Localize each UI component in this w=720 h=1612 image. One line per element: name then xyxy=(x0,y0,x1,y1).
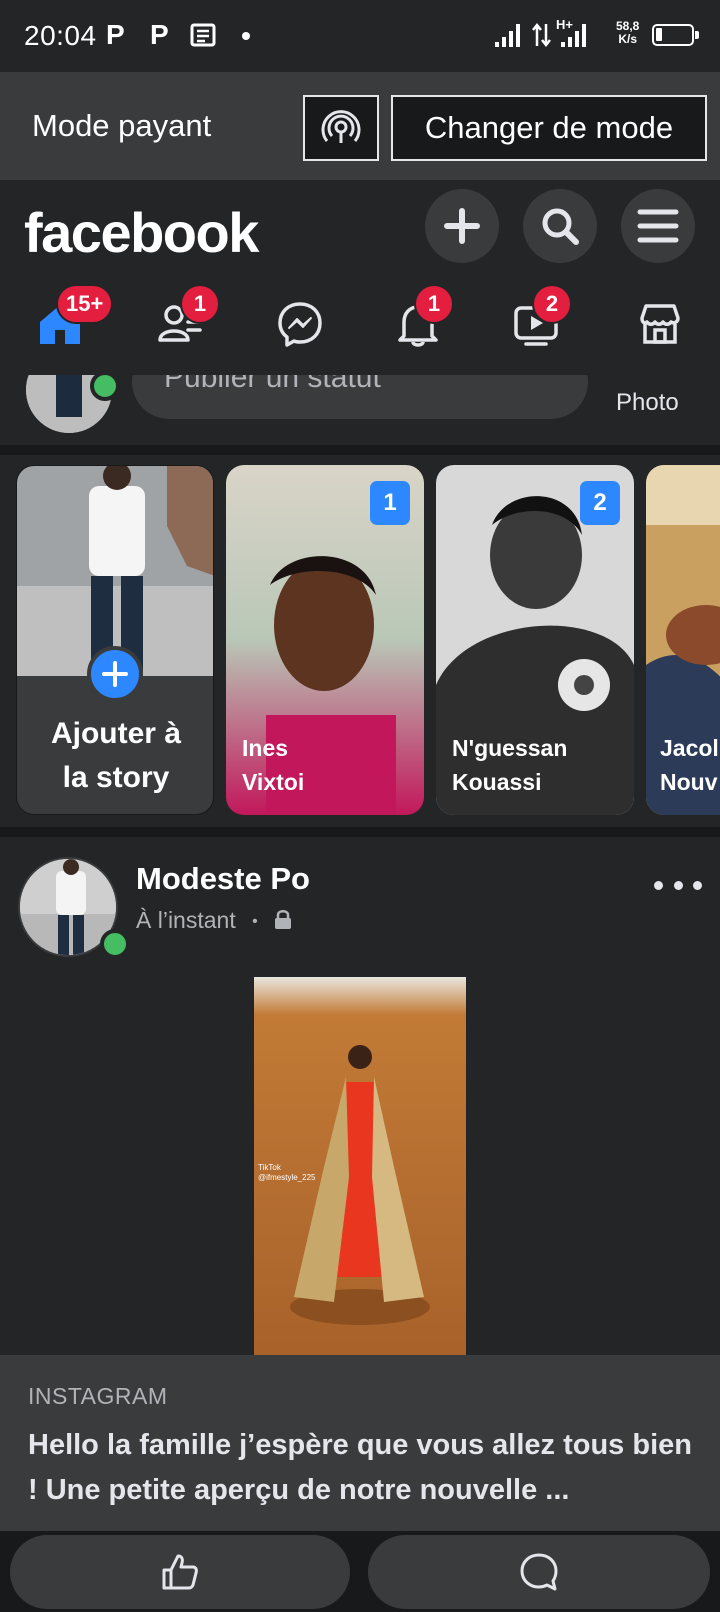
story-author-line1: Jacol xyxy=(660,735,719,761)
link-title: Hello la famille j’espère que vous allez… xyxy=(28,1429,692,1506)
notifications-badge: 1 xyxy=(414,284,454,324)
facebook-logo[interactable]: facebook xyxy=(24,200,259,265)
more-notifications-dot xyxy=(242,32,250,40)
messenger-icon xyxy=(278,302,322,347)
speed-unit: K/s xyxy=(618,32,638,46)
parking-notification-icon-2: P xyxy=(150,19,169,50)
post-image[interactable]: TikTok @ifmestyle_225 xyxy=(254,977,466,1357)
story-author: N'guessan Kouassi xyxy=(452,731,567,799)
thumbs-up-icon xyxy=(162,1554,198,1590)
menu-button[interactable] xyxy=(621,189,695,263)
story-card[interactable]: 1 Ines Vixtoi xyxy=(226,465,424,815)
more-options-button[interactable] xyxy=(654,873,702,897)
mode-label: Mode payant xyxy=(32,108,212,143)
online-indicator xyxy=(100,929,130,959)
tab-notifications[interactable]: 1 xyxy=(378,284,458,358)
status-time: 20:04 xyxy=(24,20,97,51)
stories-tray: Ajouter à la story 1 Ines Vixtoi 2 N'gue… xyxy=(0,455,720,827)
marketplace-icon xyxy=(640,304,680,344)
section-divider xyxy=(0,827,720,837)
add-story-label-line2: la story xyxy=(62,761,170,794)
story-card[interactable]: 2 N'guessan Kouassi xyxy=(436,465,634,815)
story-author: Jacol Nouv xyxy=(660,731,719,799)
section-divider xyxy=(0,445,720,455)
app-header: facebook 15+ 1 1 2 xyxy=(0,180,720,375)
story-author: Ines Vixtoi xyxy=(242,731,304,799)
data-transfer-icon xyxy=(532,22,551,48)
story-count-badge: 2 xyxy=(580,481,620,525)
tiktok-handle: @ifmestyle_225 xyxy=(258,1173,316,1182)
story-author-line1: N'guessan xyxy=(452,735,568,761)
story-author-line1: Ines xyxy=(242,735,289,761)
tiktok-label: TikTok xyxy=(258,1163,281,1172)
tab-friends[interactable]: 1 xyxy=(140,284,220,358)
status-placeholder: Publier un statut xyxy=(164,375,381,394)
battery-icon xyxy=(652,24,699,46)
hotspot-button[interactable] xyxy=(303,95,379,161)
story-author-line2: Nouv xyxy=(660,769,718,795)
add-story-photo xyxy=(17,466,213,676)
signal-icon xyxy=(495,24,520,47)
create-button[interactable] xyxy=(425,189,499,263)
friends-badge: 1 xyxy=(180,284,220,324)
tab-messenger[interactable] xyxy=(260,290,340,358)
broadcast-icon xyxy=(321,110,361,143)
news-notification-icon xyxy=(190,23,216,47)
photo-button[interactable]: Photo xyxy=(616,389,679,417)
story-author-line2: Kouassi xyxy=(452,769,542,795)
online-indicator xyxy=(90,375,120,401)
meta-separator: • xyxy=(252,912,258,930)
home-badge: 15+ xyxy=(56,284,114,324)
search-icon xyxy=(542,208,579,245)
post-meta: À l’instant • xyxy=(136,907,292,934)
plus-icon xyxy=(444,208,480,244)
story-count-badge: 1 xyxy=(370,481,410,525)
change-mode-button[interactable]: Changer de mode xyxy=(391,95,707,161)
signal-icon-2 xyxy=(561,24,586,47)
tab-watch[interactable]: 2 xyxy=(496,284,576,358)
hamburger-icon xyxy=(637,209,679,243)
network-speed: 58,8 K/s xyxy=(616,20,639,46)
post-actions xyxy=(0,1531,720,1612)
link-preview[interactable]: INSTAGRAM Hello la famille j’espère que … xyxy=(0,1355,720,1531)
story-author-line2: Vixtoi xyxy=(242,769,305,795)
comment-icon xyxy=(520,1553,558,1591)
story-card[interactable]: Jacol Nouv xyxy=(646,465,720,815)
status-composer: Publier un statut Photo xyxy=(0,375,720,445)
parking-notification-icon: P xyxy=(106,19,125,50)
lock-icon xyxy=(275,910,292,929)
plus-icon xyxy=(102,661,128,687)
comment-button[interactable] xyxy=(368,1535,710,1609)
tiktok-watermark: TikTok @ifmestyle_225 xyxy=(258,1163,315,1183)
post-author-name[interactable]: Modeste Po xyxy=(136,861,310,897)
tab-home[interactable]: 15+ xyxy=(20,284,114,358)
like-button[interactable] xyxy=(10,1535,350,1609)
post-time[interactable]: À l’instant xyxy=(136,907,236,933)
add-story-card[interactable]: Ajouter à la story xyxy=(16,465,214,815)
add-story-plus-button[interactable] xyxy=(87,646,143,702)
link-source: INSTAGRAM xyxy=(28,1383,168,1409)
watch-badge: 2 xyxy=(532,284,572,324)
tab-marketplace[interactable] xyxy=(620,290,700,358)
add-story-label-line1: Ajouter à xyxy=(50,717,182,750)
add-story-label: Ajouter à la story xyxy=(17,712,213,800)
search-button[interactable] xyxy=(523,189,597,263)
status-bar: 20:04 P P H+ 58,8 K/s xyxy=(0,0,720,72)
